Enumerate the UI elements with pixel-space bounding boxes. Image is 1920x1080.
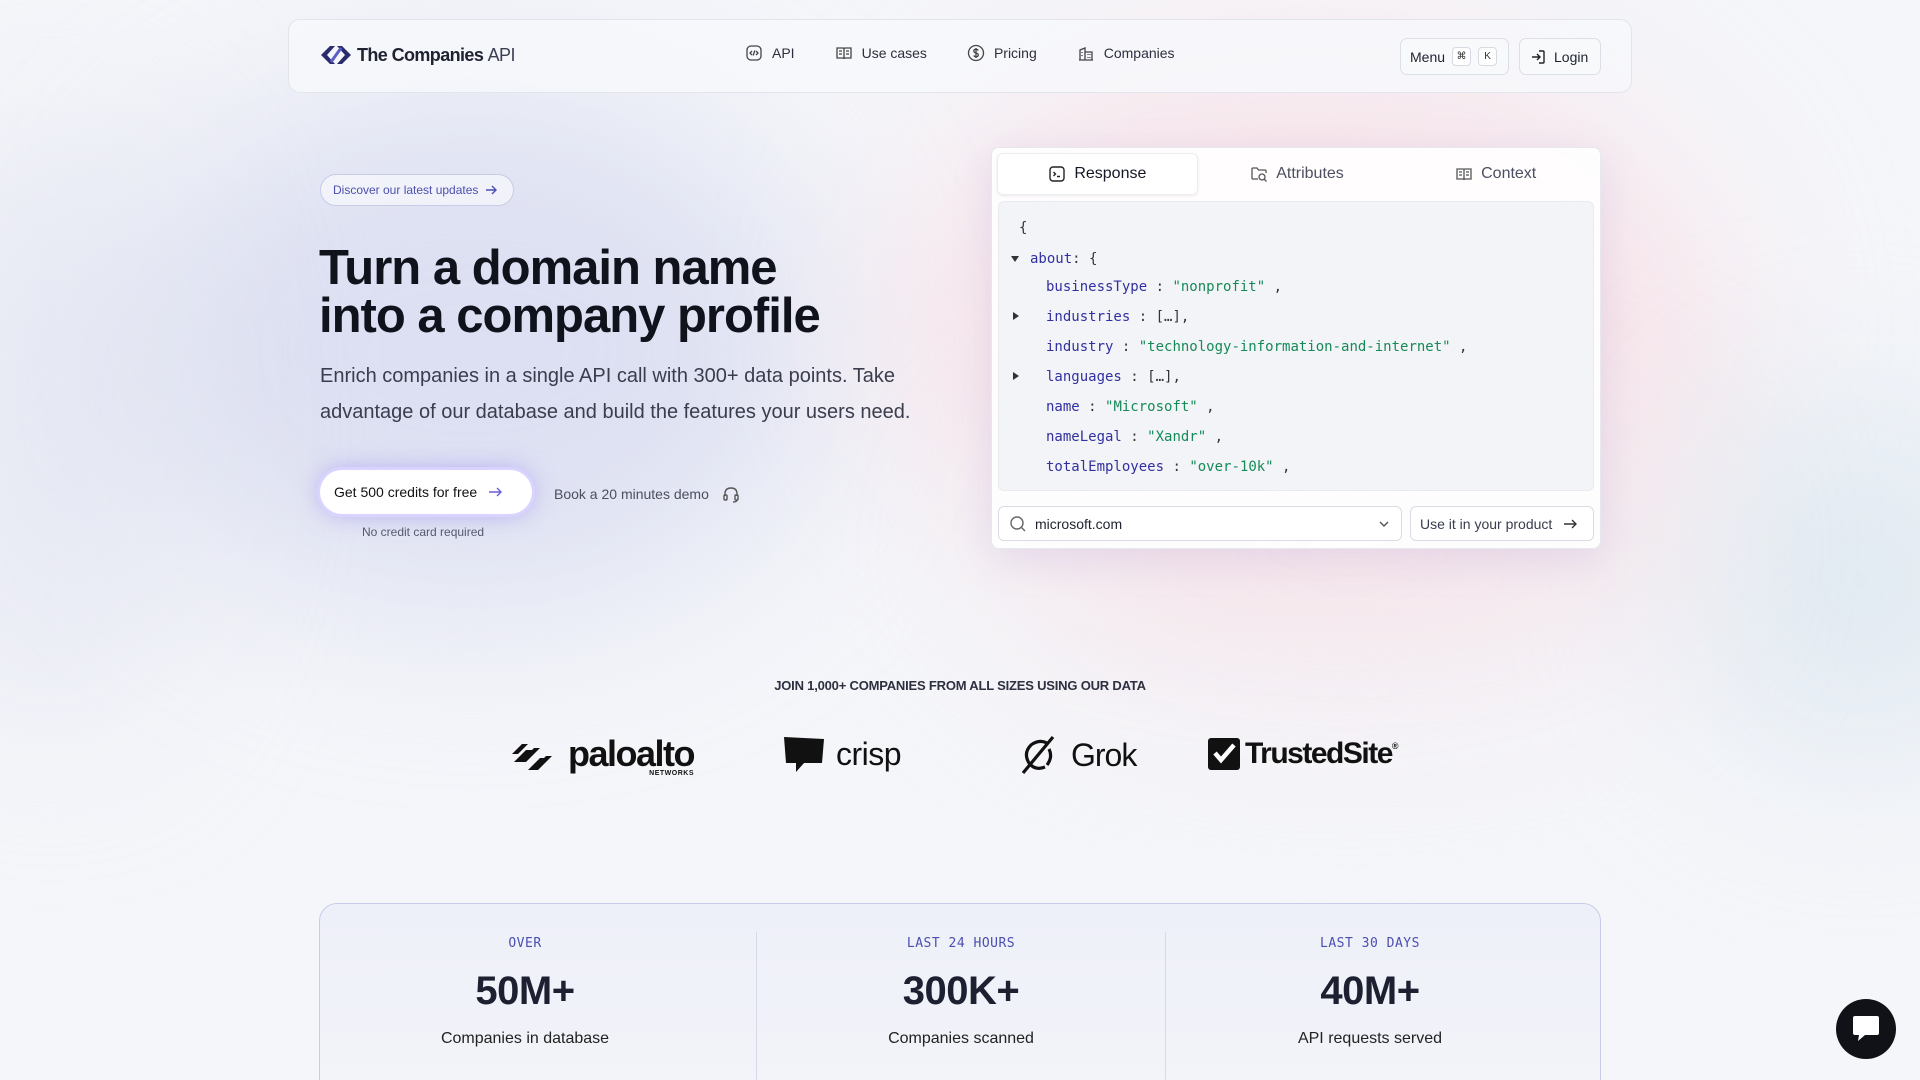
top-navbar: The Companies API API Use cases Pricing … — [288, 19, 1632, 93]
json-line: businessType : "nonprofit" , — [1046, 279, 1283, 295]
tab-label: Context — [1481, 165, 1537, 182]
building-icon — [1078, 47, 1093, 61]
json-viewer: { about : { businessType : "nonprofit" ,… — [998, 201, 1594, 491]
chevron-down-icon — [1379, 521, 1389, 527]
book-icon — [1456, 168, 1472, 181]
json-line: nameLegal : "Xandr" , — [1046, 429, 1224, 445]
stat-label: LAST 30 DAYS — [1320, 936, 1420, 951]
tab-response[interactable]: Response — [997, 153, 1198, 195]
json-line: industry : "technology-information-and-i… — [1046, 339, 1468, 355]
kbd-k: K — [1478, 47, 1498, 66]
arrow-right-icon — [486, 185, 498, 195]
pill-label: Discover our latest updates — [333, 183, 479, 197]
search-icon — [1010, 515, 1026, 531]
login-button[interactable]: Login — [1519, 38, 1601, 75]
json-line: totalEmployees : "over-10k" , — [1046, 459, 1291, 475]
use-button-label: Use it in your product — [1420, 515, 1553, 532]
crisp-logo: crisp — [782, 735, 902, 773]
stat-description: Companies in database — [440, 1030, 610, 1047]
cta-label: Get 500 credits for free — [334, 484, 478, 500]
chat-bubble-icon — [1853, 1016, 1879, 1041]
folder-search-icon — [1251, 167, 1268, 182]
nav-link-label: Companies — [1103, 45, 1175, 61]
panel-tabs: Response Attributes Context — [997, 153, 1595, 195]
customer-logos: paloalto NETWORKS crisp Grok TrustedSite… — [0, 730, 1920, 780]
book-demo-link[interactable]: Book a 20 minutes demo — [554, 484, 741, 504]
customers-heading: JOIN 1,000+ COMPANIES FROM ALL SIZES USI… — [774, 678, 1146, 693]
grok-wordmark: Grok — [1071, 736, 1137, 773]
caret-right-icon[interactable] — [1011, 311, 1021, 321]
stat-description: Companies scanned — [888, 1030, 1034, 1047]
check-shield-icon — [1208, 738, 1240, 770]
stat-value: 50M+ — [475, 969, 575, 1013]
nav-link-label: Pricing — [993, 45, 1037, 61]
book-icon — [835, 47, 852, 60]
api-response-panel: Response Attributes Context { about : { … — [991, 147, 1601, 549]
nav-link-label: API — [772, 45, 795, 61]
login-label: Login — [1554, 48, 1589, 65]
paloalto-logo: paloalto NETWORKS — [512, 733, 696, 777]
headset-icon — [723, 487, 739, 503]
tab-attributes[interactable]: Attributes — [1198, 153, 1397, 195]
nav-link-use-cases[interactable]: Use cases — [835, 44, 927, 62]
nav-links: API Use cases Pricing Companies — [745, 44, 1175, 62]
nav-link-pricing[interactable]: Pricing — [967, 44, 1037, 62]
menu-label: Menu — [1410, 48, 1446, 65]
menu-button[interactable]: Menu ⌘ K — [1400, 38, 1509, 75]
nav-link-label: Use cases — [861, 45, 927, 61]
json-line: industries : […], — [1046, 309, 1190, 325]
demo-label: Book a 20 minutes demo — [554, 486, 709, 502]
trustedsite-wordmark: TrustedSite — [1245, 737, 1393, 770]
stat-scanned: LAST 24 HOURS 300K+ Companies scanned — [756, 904, 1166, 1048]
tab-label: Response — [1074, 165, 1147, 182]
nav-link-api[interactable]: API — [745, 44, 795, 62]
paloalto-wordmark: paloalto — [568, 733, 696, 774]
domain-search-select[interactable]: microsoft.com — [998, 506, 1402, 541]
caret-down-icon[interactable] — [1010, 254, 1020, 264]
hero-subtitle: Enrich companies in a single API call wi… — [320, 365, 911, 423]
logo[interactable]: The Companies API — [319, 42, 515, 68]
hero-title-line-1: Turn a domain name — [319, 241, 778, 295]
stat-label: OVER — [508, 936, 542, 951]
stat-value: 300K+ — [902, 969, 1020, 1013]
chat-widget-button[interactable] — [1836, 999, 1896, 1059]
tab-context[interactable]: Context — [1396, 153, 1595, 195]
json-line: languages : […], — [1046, 369, 1181, 385]
logo-icon — [321, 46, 351, 64]
stat-description: API requests served — [1297, 1030, 1443, 1047]
stat-requests: LAST 30 DAYS 40M+ API requests served — [1165, 904, 1575, 1048]
stat-database: OVER 50M+ Companies in database — [320, 904, 730, 1048]
no-credit-card-note: No credit card required — [362, 525, 485, 539]
dollar-icon — [967, 44, 985, 62]
json-line: name : "Microsoft" , — [1046, 399, 1215, 415]
paloalto-mark-icon — [512, 743, 552, 770]
domain-value: microsoft.com — [1035, 515, 1123, 532]
grok-mark-icon — [1021, 735, 1055, 775]
hero-title-line-2: into a company profile — [319, 289, 821, 343]
use-in-product-button[interactable]: Use it in your product — [1410, 506, 1594, 541]
crisp-mark-icon — [784, 737, 824, 772]
get-credits-button[interactable]: Get 500 credits for free — [320, 470, 532, 514]
json-line-about: about : { — [1030, 251, 1098, 267]
arrow-right-icon — [489, 487, 503, 497]
stat-label: LAST 24 HOURS — [906, 936, 1016, 951]
logo-text: The Companies API — [357, 44, 515, 65]
hero-title: Turn a domain name into a company profil… — [319, 241, 959, 343]
crisp-wordmark: crisp — [836, 735, 902, 772]
tab-label: Attributes — [1276, 165, 1344, 182]
trustedsite-logo: TrustedSite ® — [1207, 736, 1399, 772]
terminal-icon — [1049, 166, 1066, 182]
code-icon — [746, 45, 762, 61]
paloalto-subtext: NETWORKS — [649, 770, 695, 777]
arrow-right-icon — [1564, 519, 1578, 528]
login-icon — [1532, 49, 1545, 64]
latest-updates-pill[interactable]: Discover our latest updates — [320, 174, 514, 206]
stat-value: 40M+ — [1320, 969, 1420, 1013]
caret-right-icon[interactable] — [1011, 371, 1021, 381]
kbd-command: ⌘ — [1452, 47, 1472, 66]
nav-link-companies[interactable]: Companies — [1077, 44, 1175, 62]
grok-logo: Grok — [1017, 733, 1137, 777]
stats-panel: OVER 50M+ Companies in database LAST 24 … — [319, 903, 1601, 1080]
json-open-brace: { — [1019, 220, 1028, 236]
